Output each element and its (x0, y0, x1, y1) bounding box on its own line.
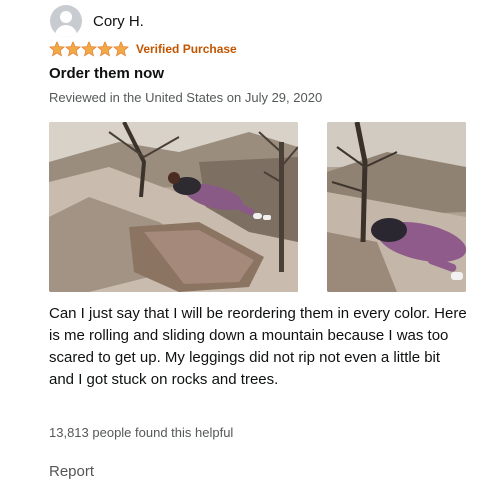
review-date: Reviewed in the United States on July 29… (49, 90, 323, 105)
report-link[interactable]: Report (49, 463, 94, 480)
star-icon (97, 41, 113, 57)
default-avatar-icon (50, 5, 82, 37)
verified-purchase-badge[interactable]: Verified Purchase (136, 42, 237, 56)
review-photo-1[interactable] (49, 122, 298, 292)
review-body: Can I just say that I will be reordering… (49, 305, 467, 388)
star-icon (81, 41, 97, 57)
star-rating[interactable] (49, 41, 129, 57)
review-card: Cory H. Verified Purchase Order them now… (0, 0, 500, 482)
reviewer-name[interactable]: Cory H. (93, 13, 144, 30)
review-photo-2[interactable] (327, 122, 466, 292)
star-icon (113, 41, 129, 57)
helpful-count: 13,813 people found this helpful (49, 425, 234, 440)
rating-row: Verified Purchase (49, 41, 237, 57)
review-title[interactable]: Order them now (49, 65, 164, 82)
star-icon (65, 41, 81, 57)
reviewer-profile[interactable]: Cory H. (50, 5, 144, 37)
star-icon (49, 41, 65, 57)
